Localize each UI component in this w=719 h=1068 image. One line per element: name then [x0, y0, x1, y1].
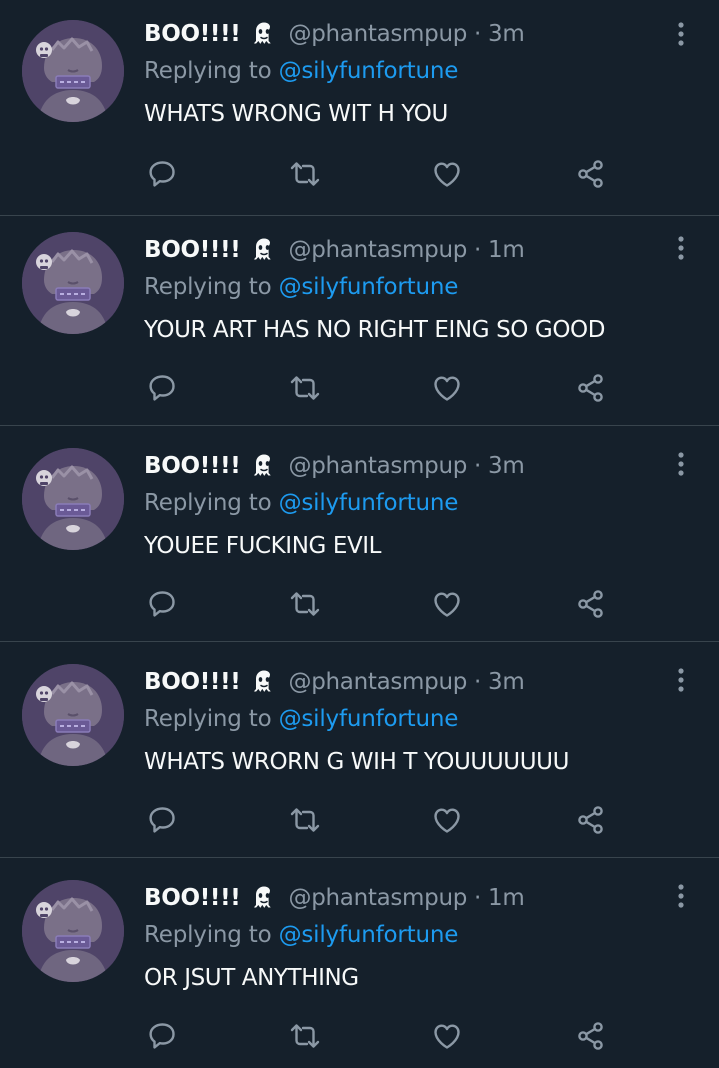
tweet-header: BOO!!!! @phantasmpup · 3m [144, 18, 525, 50]
ghost-icon [249, 883, 279, 913]
timestamp[interactable]: 3m [488, 669, 525, 695]
username[interactable]: @phantasmpup [289, 21, 468, 47]
replying-to-line: Replying to @silyfunfortune [144, 706, 458, 732]
heart-icon[interactable] [429, 1018, 465, 1054]
display-name[interactable]: BOO!!!! [144, 669, 241, 695]
more-vertical-icon[interactable] [668, 662, 694, 698]
separator: · [474, 21, 482, 47]
separator: · [474, 885, 482, 911]
share-icon[interactable] [573, 586, 609, 622]
tweet[interactable]: BOO!!!! @phantasmpup · 1m Replying to @s… [0, 858, 719, 1068]
retweet-icon[interactable] [287, 1018, 323, 1054]
replying-to-line: Replying to @silyfunfortune [144, 922, 458, 948]
username[interactable]: @phantasmpup [289, 453, 468, 479]
heart-icon[interactable] [429, 370, 465, 406]
username[interactable]: @phantasmpup [289, 885, 468, 911]
more-vertical-icon[interactable] [668, 446, 694, 482]
retweet-icon[interactable] [287, 586, 323, 622]
avatar[interactable] [22, 664, 124, 766]
tweet-text: WHATS WRORN G WIH T YOUUUUUUU [144, 749, 570, 775]
display-name[interactable]: BOO!!!! [144, 885, 241, 911]
replying-to-label: Replying to [144, 274, 272, 300]
tweet[interactable]: BOO!!!! @phantasmpup · 1m Replying to @s… [0, 210, 719, 426]
reply-icon[interactable] [145, 156, 181, 192]
replying-to-mention[interactable]: @silyfunfortune [279, 274, 459, 300]
timestamp[interactable]: 3m [488, 21, 525, 47]
tweet-text: YOUEE FUCKING EVIL [144, 533, 382, 559]
share-icon[interactable] [573, 370, 609, 406]
timestamp[interactable]: 3m [488, 453, 525, 479]
avatar[interactable] [22, 880, 124, 982]
tweet-header: BOO!!!! @phantasmpup · 3m [144, 666, 525, 698]
ghost-icon [249, 451, 279, 481]
timestamp[interactable]: 1m [488, 885, 525, 911]
display-name[interactable]: BOO!!!! [144, 453, 241, 479]
tweet[interactable]: BOO!!!! @phantasmpup · 3m Replying to @s… [0, 642, 719, 858]
display-name[interactable]: BOO!!!! [144, 21, 241, 47]
replying-to-label: Replying to [144, 490, 272, 516]
reply-icon[interactable] [145, 1018, 181, 1054]
reply-icon[interactable] [145, 802, 181, 838]
timestamp[interactable]: 1m [488, 237, 525, 263]
separator: · [474, 669, 482, 695]
replying-to-mention[interactable]: @silyfunfortune [279, 490, 459, 516]
share-icon[interactable] [573, 802, 609, 838]
more-vertical-icon[interactable] [668, 230, 694, 266]
tweet[interactable]: BOO!!!! @phantasmpup · 3m Replying to @s… [0, 426, 719, 642]
more-vertical-icon[interactable] [668, 16, 694, 52]
tweet-text: OR JSUT ANYTHING [144, 965, 359, 991]
avatar[interactable] [22, 20, 124, 122]
replying-to-label: Replying to [144, 58, 272, 84]
tweet-header: BOO!!!! @phantasmpup · 3m [144, 450, 525, 482]
ghost-icon [249, 235, 279, 265]
retweet-icon[interactable] [287, 370, 323, 406]
ghost-icon [249, 667, 279, 697]
heart-icon[interactable] [429, 802, 465, 838]
more-vertical-icon[interactable] [668, 878, 694, 914]
avatar[interactable] [22, 448, 124, 550]
replying-to-label: Replying to [144, 706, 272, 732]
reply-icon[interactable] [145, 370, 181, 406]
avatar[interactable] [22, 232, 124, 334]
replying-to-label: Replying to [144, 922, 272, 948]
heart-icon[interactable] [429, 156, 465, 192]
replying-to-line: Replying to @silyfunfortune [144, 274, 458, 300]
replying-to-mention[interactable]: @silyfunfortune [279, 58, 459, 84]
separator: · [474, 453, 482, 479]
display-name[interactable]: BOO!!!! [144, 237, 241, 263]
replying-to-mention[interactable]: @silyfunfortune [279, 922, 459, 948]
retweet-icon[interactable] [287, 156, 323, 192]
tweet-header: BOO!!!! @phantasmpup · 1m [144, 882, 525, 914]
tweet-header: BOO!!!! @phantasmpup · 1m [144, 234, 525, 266]
retweet-icon[interactable] [287, 802, 323, 838]
reply-icon[interactable] [145, 586, 181, 622]
tweet-text: WHATS WRONG WIT H YOU [144, 101, 448, 127]
separator: · [474, 237, 482, 263]
share-icon[interactable] [573, 156, 609, 192]
replying-to-line: Replying to @silyfunfortune [144, 58, 458, 84]
share-icon[interactable] [573, 1018, 609, 1054]
heart-icon[interactable] [429, 586, 465, 622]
replying-to-line: Replying to @silyfunfortune [144, 490, 458, 516]
replying-to-mention[interactable]: @silyfunfortune [279, 706, 459, 732]
ghost-icon [249, 19, 279, 49]
tweet[interactable]: BOO!!!! @phantasmpup · 3m Replying to @s… [0, 0, 719, 216]
username[interactable]: @phantasmpup [289, 237, 468, 263]
tweet-text: YOUR ART HAS NO RIGHT EING SO GOOD [144, 317, 606, 343]
username[interactable]: @phantasmpup [289, 669, 468, 695]
